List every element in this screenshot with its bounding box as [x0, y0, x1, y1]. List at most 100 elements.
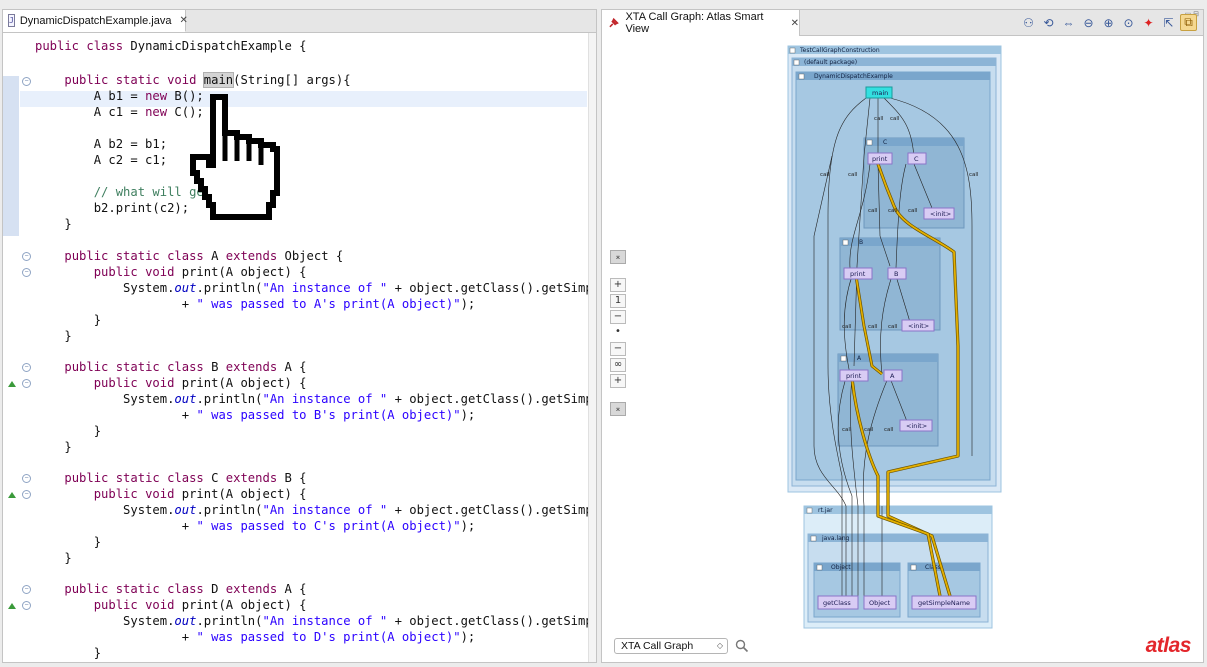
edge-label: call: [848, 172, 858, 178]
code-line: }: [35, 329, 72, 343]
close-icon[interactable]: ✕: [179, 15, 187, 26]
pin-icon: [609, 17, 619, 28]
code-line: }: [35, 424, 102, 438]
fold-icon[interactable]: −: [22, 363, 31, 372]
code-line: + " was passed to B's print(A object)");: [35, 408, 476, 422]
code-line: }: [35, 535, 102, 549]
code-line: public void print(A object) {: [93, 598, 307, 612]
fold-icon[interactable]: −: [22, 77, 31, 86]
pin-icon[interactable]: ✦: [1140, 14, 1157, 31]
edge-label: call: [969, 172, 979, 178]
code-line: A c1 = new C();: [35, 105, 204, 119]
close-icon[interactable]: ✕: [791, 18, 799, 29]
fold-icon[interactable]: −: [22, 268, 31, 277]
node-c-init-label: <init>: [930, 210, 951, 218]
code-line: }: [35, 661, 72, 662]
code-line: public static class B extends A {: [64, 360, 307, 374]
group-package-label: (default package): [804, 59, 857, 66]
edge-label: call: [890, 116, 900, 122]
node-c-ctor-label: C: [914, 155, 919, 163]
fit-width-icon[interactable]: ⇔: [1060, 14, 1077, 31]
group-rt-jar-label: rt.jar: [818, 507, 833, 514]
hierarchy-layout-icon[interactable]: ⚇: [1020, 14, 1037, 31]
code-line: A b2 = b1;: [35, 137, 168, 151]
code-line: }: [35, 646, 102, 660]
zoom-in-icon[interactable]: ⊕: [1100, 14, 1117, 31]
code-line: + " was passed to D's print(A object)");: [35, 630, 476, 644]
edge-label: call: [874, 116, 884, 122]
code-line: + " was passed to C's print(A object)");: [35, 519, 476, 533]
code-line: System.out.println("An instance of " + o…: [35, 281, 597, 295]
code-line: A b1 = new B();: [35, 89, 204, 103]
override-icon[interactable]: [8, 603, 16, 609]
editor-scrollbar[interactable]: [588, 33, 596, 662]
code-line: }: [35, 440, 72, 454]
edge-label: call: [864, 427, 874, 433]
group-class-b[interactable]: [839, 237, 941, 331]
edge-label: call: [820, 172, 830, 178]
zoom-out-icon[interactable]: ⊖: [1080, 14, 1097, 31]
code-line: public void print(A object) {: [93, 376, 307, 390]
code-line: System.out.println("An instance of " + o…: [35, 614, 597, 628]
code-line: }: [35, 551, 72, 565]
node-c-print-label: print: [872, 155, 888, 163]
node-b-ctor-label: B: [894, 270, 898, 278]
code-line: public static void main(String[] args){: [64, 72, 351, 88]
edge-label: call: [884, 427, 894, 433]
edge-label: call: [842, 427, 852, 433]
override-icon[interactable]: [8, 492, 16, 498]
group-project-label: TestCallGraphConstruction: [799, 47, 880, 54]
node-b-init-label: <init>: [908, 322, 929, 330]
editor-tab[interactable]: J DynamicDispatchExample.java ✕: [3, 10, 188, 32]
code-line: public static class D extends A {: [64, 582, 307, 596]
graph-pane: XTA Call Graph: Atlas Smart View ✕ ▭ ⊟ ⚇…: [601, 9, 1204, 663]
code-line: b2.print(c2);: [35, 201, 190, 215]
hand-cursor-icon: [190, 94, 280, 220]
edge-label: call: [888, 208, 898, 214]
node-a-print-label: print: [846, 372, 862, 380]
edge-label: call: [908, 208, 918, 214]
edge-label: call: [868, 324, 878, 330]
edge-label: call: [868, 208, 878, 214]
code-line: public static class C extends B {: [64, 471, 307, 485]
node-a-ctor-label: A: [890, 372, 895, 380]
node-a-init-label: <init>: [906, 422, 927, 430]
fold-icon[interactable]: −: [22, 585, 31, 594]
override-icon[interactable]: [8, 381, 16, 387]
node-object-ctor-label: Object: [869, 599, 891, 607]
gutter-selection: [3, 76, 19, 236]
code-line: public class DynamicDispatchExample {: [35, 39, 307, 53]
graph-tab-label: XTA Call Graph: Atlas Smart View: [625, 11, 764, 35]
group-class-c-label: C: [883, 139, 887, 146]
group-class-b-label: B: [859, 239, 863, 246]
fold-icon[interactable]: −: [22, 474, 31, 483]
chevron-updown-icon: ◇: [716, 641, 723, 650]
code-line: public void print(A object) {: [93, 487, 307, 501]
graph-tab[interactable]: XTA Call Graph: Atlas Smart View ✕: [602, 10, 800, 36]
group-object-label: Object: [831, 564, 851, 571]
editor-tab-label: DynamicDispatchExample.java: [19, 14, 172, 27]
code-line: }: [35, 217, 72, 231]
code-line: public void print(A object) {: [93, 265, 307, 279]
group-java-lang-label: java.lang: [821, 535, 850, 542]
code-area[interactable]: public class DynamicDispatchExample { pu…: [3, 33, 596, 662]
fold-icon[interactable]: −: [22, 490, 31, 499]
code-line: + " was passed to A's print(A object)");: [35, 297, 476, 311]
search-icon[interactable]: [735, 639, 749, 653]
java-file-icon: J: [8, 14, 15, 27]
refresh-layout-icon[interactable]: ⟲: [1040, 14, 1057, 31]
fold-icon[interactable]: −: [22, 252, 31, 261]
code-line: public static class A extends Object {: [64, 249, 344, 263]
code-line: System.out.println("An instance of " + o…: [35, 392, 597, 406]
node-get-class-label: getClass: [823, 599, 851, 607]
code-line: System.out.println("An instance of " + o…: [35, 503, 597, 517]
zoom-fit-icon[interactable]: ⊙: [1120, 14, 1137, 31]
export-icon[interactable]: ⇱: [1160, 14, 1177, 31]
view-select[interactable]: XTA Call Graph ◇: [614, 638, 728, 654]
atlas-logo: atlas: [1145, 634, 1192, 657]
edge-label: call: [842, 324, 852, 330]
link-editor-icon[interactable]: ⧉: [1180, 14, 1197, 31]
fold-icon[interactable]: −: [22, 379, 31, 388]
call-graph-canvas[interactable]: TestCallGraphConstruction (default packa…: [602, 36, 1204, 636]
fold-icon[interactable]: −: [22, 601, 31, 610]
